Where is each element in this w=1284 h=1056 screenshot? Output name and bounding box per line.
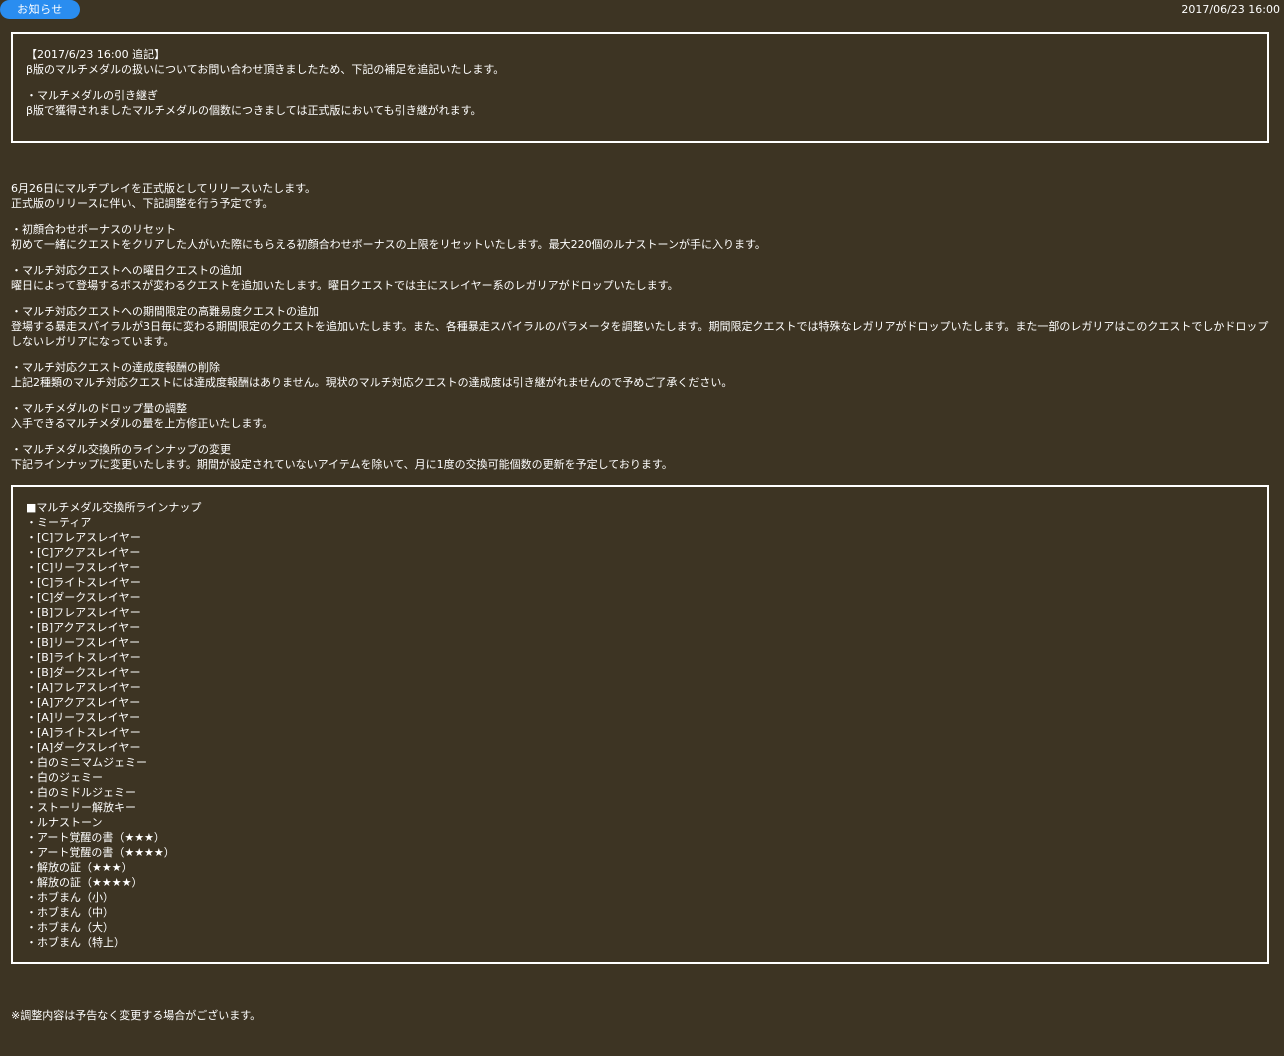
addendum-item-heading: ・マルチメダルの引き継ぎ [26,89,158,102]
lineup-item: ・ホブまん（中） [26,906,114,919]
intro-line-2: 正式版のリリースに伴い、下記調整を行う予定です。 [11,197,274,210]
lineup-item: ・ルナストーン [26,816,103,829]
section-achievement-removal: ・マルチ対応クエストの達成度報酬の削除 上記2種類のマルチ対応クエストには達成度… [11,360,1273,390]
section-heading: ・マルチメダル交換所のラインナップの変更 [11,443,231,456]
notice-header: お知らせ 2017/06/23 16:00 [0,0,1284,20]
lineup-item: ・ホブまん（大） [26,921,114,934]
lineup-item: ・[A]アクアスレイヤー [26,696,141,709]
notice-body: 6月26日にマルチプレイを正式版としてリリースいたします。 正式版のリリースに伴… [11,181,1273,472]
lineup-item: ・白のミドルジェミー [26,786,136,799]
lineup-item: ・ホブまん（特上） [26,936,125,949]
section-heading: ・マルチ対応クエストへの曜日クエストの追加 [11,264,242,277]
addendum-title: 【2017/6/23 16:00 追記】 [26,48,166,61]
lineup-item: ・ホブまん（小） [26,891,114,904]
lineup-item: ・[C]アクアスレイヤー [26,546,141,559]
intro-line-1: 6月26日にマルチプレイを正式版としてリリースいたします。 [11,182,317,195]
section-heading: ・マルチ対応クエストへの期間限定の高難易度クエストの追加 [11,305,319,318]
section-heading: ・マルチメダルのドロップ量の調整 [11,402,187,415]
lineup-item: ・[C]ダークスレイヤー [26,591,141,604]
lineup-item: ・[A]フレアスレイヤー [26,681,141,694]
section-body: 登場する暴走スパイラルが3日毎に変わる期間限定のクエストを追加いたします。また、… [11,320,1269,348]
lineup-item: ・[C]ライトスレイヤー [26,576,141,589]
lineup-item: ・ストーリー解放キー [26,801,136,814]
section-body: 曜日によって登場するボスが変わるクエストを追加いたします。曜日クエストでは主にス… [11,279,679,292]
lineup-item: ・[C]リーフスレイヤー [26,561,141,574]
section-weekday-quest: ・マルチ対応クエストへの曜日クエストの追加 曜日によって登場するボスが変わるクエ… [11,263,1273,293]
lineup-item: ・[A]リーフスレイヤー [26,711,141,724]
lineup-item: ・[A]ダークスレイヤー [26,741,141,754]
lineup-item: ・解放の証（★★★★） [26,876,143,889]
lineup-item: ・ミーティア [26,516,92,529]
addendum-intro: β版のマルチメダルの扱いについてお問い合わせ頂きましたため、下記の補足を追記いた… [26,63,505,76]
section-body: 入手できるマルチメダルの量を上方修正いたします。 [11,417,274,430]
lineup-box: ■マルチメダル交換所ラインナップ ・ミーティア・[C]フレアスレイヤー ・[C]ア… [11,485,1269,964]
lineup-list: ・ミーティア・[C]フレアスレイヤー ・[C]アクアスレイヤー ・[C]リーフスレイ… [26,515,1254,950]
section-lineup-change: ・マルチメダル交換所のラインナップの変更 下記ラインナップに変更いたします。期間… [11,442,1273,472]
lineup-title: ■マルチメダル交換所ラインナップ [26,501,202,514]
lineup-item: ・解放の証（★★★） [26,861,133,874]
addendum-box: 【2017/6/23 16:00 追記】 β版のマルチメダルの扱いについてお問い… [11,32,1269,143]
section-body: 下記ラインナップに変更いたします。期間が設定されていないアイテムを除いて、月に1… [11,458,673,471]
section-limited-quest: ・マルチ対応クエストへの期間限定の高難易度クエストの追加 登場する暴走スパイラル… [11,304,1273,349]
footer-note: ※調整内容は予告なく変更する場合がございます。 [11,1009,262,1022]
lineup-item: ・[C]フレアスレイヤー [26,531,141,544]
lineup-item: ・白のミニマムジェミー [26,756,147,769]
section-heading: ・初顔合わせボーナスのリセット [11,223,176,236]
lineup-item: ・[B]リーフスレイヤー [26,636,141,649]
lineup-item: ・[B]アクアスレイヤー [26,621,141,634]
lineup-item: ・[B]フレアスレイヤー [26,606,141,619]
notice-date: 2017/06/23 16:00 [1181,3,1280,16]
section-body: 初めて一緒にクエストをクリアした人がいた際にもらえる初顔合わせボーナスの上限をリ… [11,238,766,251]
addendum-item-body: β版で獲得されましたマルチメダルの個数につきましては正式版においても引き継がれま… [26,104,482,117]
section-body: 上記2種類のマルチ対応クエストには達成度報酬はありません。現状のマルチ対応クエス… [11,376,733,389]
lineup-item: ・[B]ライトスレイヤー [26,651,141,664]
notice-category-badge: お知らせ [0,0,80,19]
lineup-item: ・[B]ダークスレイヤー [26,666,141,679]
lineup-item: ・アート覚醒の書（★★★★） [26,846,175,859]
section-heading: ・マルチ対応クエストの達成度報酬の削除 [11,361,220,374]
section-bonus-reset: ・初顔合わせボーナスのリセット 初めて一緒にクエストをクリアした人がいた際にもら… [11,222,1273,252]
lineup-item: ・[A]ライトスレイヤー [26,726,141,739]
section-medal-drop: ・マルチメダルのドロップ量の調整 入手できるマルチメダルの量を上方修正いたします… [11,401,1273,431]
lineup-item: ・アート覚醒の書（★★★） [26,831,165,844]
lineup-item: ・白のジェミー [26,771,103,784]
